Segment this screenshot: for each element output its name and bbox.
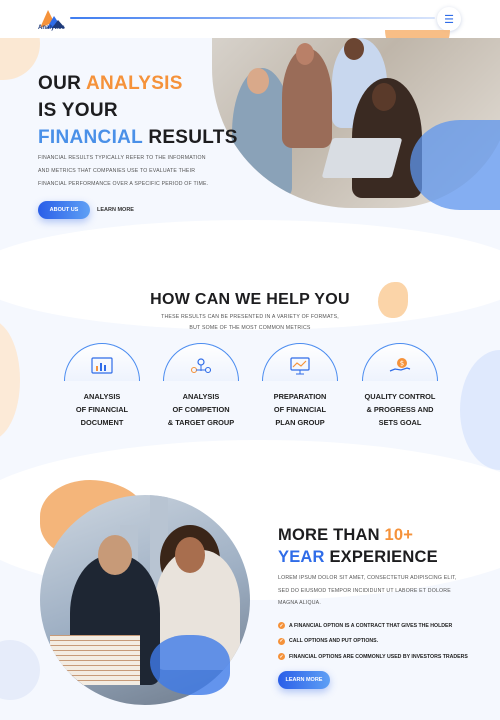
photo-head [296, 43, 314, 65]
svg-text:$: $ [400, 360, 404, 368]
menu-button[interactable]: ☰ [437, 7, 461, 31]
landing-page: Analytics ☰ OUR ANALYSIS IS YOUR FINANCI… [0, 0, 500, 720]
photo-head [175, 537, 205, 573]
document-chart-icon [91, 357, 113, 374]
service-card[interactable]: $ QUALITY CONTROL & PROGRESS AND SETS GO… [362, 343, 438, 443]
service-card[interactable]: ANALYSIS OF COMPETION & TARGET GROUP [163, 343, 239, 443]
hero-title-highlight: FINANCIAL [38, 127, 143, 148]
help-section-subtitle: These results can be presented in a vari… [0, 312, 500, 334]
plan-board-icon [290, 357, 310, 375]
bullet-text: A financial option is a contract that gi… [289, 622, 453, 629]
learn-more-link[interactable]: LEARN MORE [97, 207, 134, 213]
decor-blob [0, 320, 20, 440]
experience-title: MORE THAN 10+ YEAR EXPERIENCE [278, 524, 438, 568]
decor-blob [460, 350, 500, 470]
list-item: ✓ Call options and put options. [278, 634, 468, 650]
photo-head [247, 68, 269, 94]
list-item: ✓ A financial option is a contract that g… [278, 618, 468, 634]
header-divider [70, 17, 435, 19]
experience-title-highlight: 10+ [384, 526, 414, 544]
bullet-text: Call options and put options. [289, 638, 379, 645]
service-card[interactable]: ANALYSIS OF FINANCIAL DOCUMENT [64, 343, 140, 443]
service-label: ANALYSIS OF COMPETION & TARGET GROUP [149, 390, 253, 429]
hero-title: OUR ANALYSIS IS YOUR FINANCIAL RESULTS [38, 70, 238, 151]
list-item: ✓ Financial options are commonly used by … [278, 649, 468, 665]
photo-head [98, 535, 132, 575]
service-label-line: SETS GOAL [378, 418, 422, 427]
service-label-line: OF FINANCIAL [75, 405, 129, 414]
hero-title-highlight: ANALYSIS [86, 73, 183, 94]
photo-head [344, 38, 364, 60]
decor-blob [410, 120, 500, 210]
check-icon: ✓ [278, 653, 285, 661]
service-label-line: QUALITY CONTROL [364, 392, 436, 401]
bullet-text: Financial options are commonly used by i… [289, 653, 468, 660]
experience-bullet-list: ✓ A financial option is a contract that g… [278, 618, 468, 665]
experience-description: Lorem ipsum dolor sit amet, consectetur … [278, 575, 457, 606]
hamburger-icon: ☰ [444, 13, 454, 26]
service-label-line: ANALYSIS [182, 392, 220, 401]
service-label-line: PLAN GROUP [275, 418, 325, 427]
logo-text: Analytics [38, 25, 65, 31]
service-label-line: & PROGRESS AND [366, 405, 434, 414]
service-label-line: OF FINANCIAL [273, 405, 327, 414]
service-card[interactable]: PREPARATION OF FINANCIAL PLAN GROUP [262, 343, 338, 443]
experience-title-highlight: YEAR [278, 548, 325, 566]
target-group-icon [190, 358, 212, 374]
service-label: QUALITY CONTROL & PROGRESS AND SETS GOAL [348, 390, 452, 429]
hero-title-text: OUR [38, 73, 86, 94]
photo-head [372, 83, 396, 111]
hero-title-text: IS YOUR [38, 100, 118, 121]
service-label-line: & TARGET GROUP [167, 418, 235, 427]
service-label-line: OF COMPETION [172, 405, 230, 414]
decor-blob [0, 640, 40, 700]
learn-more-button[interactable]: LEARN MORE [278, 671, 330, 689]
help-subtitle-line: These results can be presented in a vari… [161, 314, 339, 320]
about-us-button[interactable]: ABOUT US [38, 201, 90, 219]
service-label-line: PREPARATION [273, 392, 327, 401]
service-label-line: DOCUMENT [80, 418, 124, 427]
photo-papers [50, 635, 140, 685]
help-section-title: HOW CAN WE HELP YOU [150, 291, 350, 308]
experience-title-text: EXPERIENCE [324, 548, 438, 566]
check-icon: ✓ [278, 622, 285, 630]
help-subtitle-line: but some of the most common metrics [189, 325, 311, 331]
service-label: ANALYSIS OF FINANCIAL DOCUMENT [50, 390, 154, 429]
service-label-line: ANALYSIS [83, 392, 121, 401]
service-label: PREPARATION OF FINANCIAL PLAN GROUP [248, 390, 352, 429]
hero-title-text: RESULTS [142, 127, 238, 148]
experience-title-text: MORE THAN [278, 526, 385, 544]
check-icon: ✓ [278, 637, 285, 645]
money-hand-icon: $ [389, 358, 411, 372]
hero-description: Financial results typically refer to the… [38, 155, 209, 187]
photo-laptop [321, 138, 403, 178]
